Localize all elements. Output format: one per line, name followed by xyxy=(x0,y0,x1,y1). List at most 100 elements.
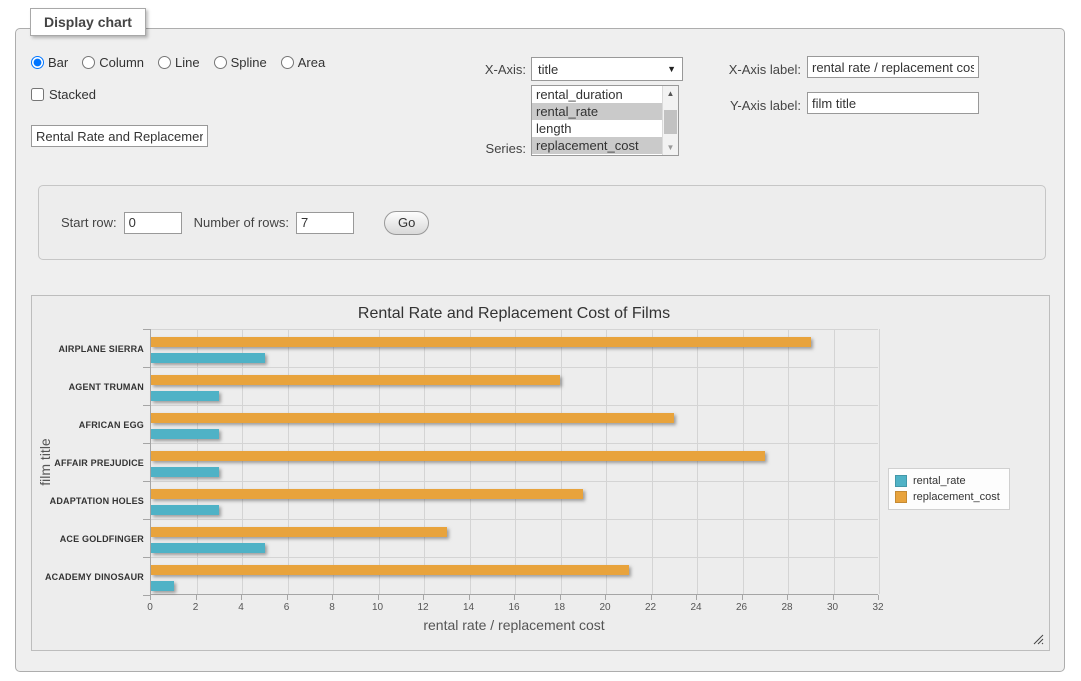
replacement_cost-bar xyxy=(151,337,811,347)
x-axis-tick-label: 32 xyxy=(863,602,893,613)
chart-container: Rental Rate and Replacement Cost of Film… xyxy=(31,295,1050,651)
x-axis-tick xyxy=(787,595,788,600)
chart-type-option-spline: Spline xyxy=(214,55,267,70)
x-axis-tick-label: 16 xyxy=(499,602,529,613)
legend-swatch-icon xyxy=(895,475,907,487)
gridline-horizontal xyxy=(151,405,878,406)
start-row-input[interactable] xyxy=(124,212,182,234)
chart-type-option-column: Column xyxy=(82,55,144,70)
y-axis-label-input[interactable] xyxy=(807,92,979,114)
chart-type-radio-line[interactable] xyxy=(158,56,171,69)
x-axis-tick-label: 8 xyxy=(317,602,347,613)
legend-item-replacement_cost[interactable]: replacement_cost xyxy=(895,489,1000,505)
category-label: AGENT TRUMAN xyxy=(32,381,144,393)
x-axis-select[interactable]: title ▼ xyxy=(531,57,683,81)
x-axis-tick xyxy=(560,595,561,600)
series-select-label: Series: xyxy=(431,141,526,156)
series-option-length[interactable]: length xyxy=(532,120,662,137)
scroll-down-icon[interactable]: ▼ xyxy=(663,140,678,155)
chart-title-input[interactable] xyxy=(31,125,208,147)
num-rows-input[interactable] xyxy=(296,212,354,234)
display-chart-panel: Display chart BarColumnLineSplineArea St… xyxy=(15,28,1065,672)
gridline-horizontal xyxy=(151,519,878,520)
gridline-horizontal xyxy=(151,557,878,558)
gridline-vertical xyxy=(561,329,562,594)
rows-panel: Start row: Number of rows: Go xyxy=(38,185,1046,260)
series-option-replacement_cost[interactable]: replacement_cost xyxy=(532,137,662,154)
chart-type-option-line: Line xyxy=(158,55,200,70)
chart-plot-area xyxy=(150,329,878,595)
x-axis-tick-label: 18 xyxy=(545,602,575,613)
rental_rate-bar xyxy=(151,581,174,591)
y-axis-tick xyxy=(143,329,150,330)
go-button[interactable]: Go xyxy=(384,211,429,235)
replacement_cost-bar xyxy=(151,527,447,537)
gridline-vertical xyxy=(515,329,516,594)
y-axis-tick xyxy=(143,481,150,482)
replacement_cost-bar xyxy=(151,375,560,385)
gridline-vertical xyxy=(788,329,789,594)
series-listbox-scrollbar[interactable]: ▲ ▼ xyxy=(662,86,678,155)
scroll-up-icon[interactable]: ▲ xyxy=(663,86,678,101)
x-axis-tick xyxy=(423,595,424,600)
y-axis-tick xyxy=(143,405,150,406)
series-listbox[interactable]: rental_durationrental_ratelengthreplacem… xyxy=(531,85,679,156)
x-axis-tick xyxy=(696,595,697,600)
legend-item-label: replacement_cost xyxy=(913,491,1000,503)
x-axis-title: rental rate / replacement cost xyxy=(150,617,878,633)
x-axis-tick-label: 12 xyxy=(408,602,438,613)
gridline-vertical xyxy=(879,329,880,594)
x-axis-tick-label: 10 xyxy=(363,602,393,613)
y-axis-tick xyxy=(143,443,150,444)
x-axis-tick-label: 0 xyxy=(135,602,165,613)
gridline-vertical xyxy=(652,329,653,594)
series-option-rental_duration[interactable]: rental_duration xyxy=(532,86,662,103)
chart-type-radio-column[interactable] xyxy=(82,56,95,69)
chart-type-radio-bar[interactable] xyxy=(31,56,44,69)
stacked-checkbox[interactable] xyxy=(31,88,44,101)
start-row-label: Start row: xyxy=(61,215,117,230)
chart-type-radio-spline[interactable] xyxy=(214,56,227,69)
panel-title: Display chart xyxy=(30,8,146,36)
x-axis-tick-label: 28 xyxy=(772,602,802,613)
category-label: ACE GOLDFINGER xyxy=(32,533,144,545)
gridline-horizontal xyxy=(151,443,878,444)
gridline-vertical xyxy=(242,329,243,594)
chart-type-option-area: Area xyxy=(281,55,325,70)
x-axis-tick xyxy=(287,595,288,600)
gridline-vertical xyxy=(606,329,607,594)
gridline-vertical xyxy=(697,329,698,594)
gridline-horizontal xyxy=(151,367,878,368)
scrollbar-thumb[interactable] xyxy=(664,110,677,134)
replacement_cost-bar xyxy=(151,489,583,499)
stacked-label: Stacked xyxy=(49,87,96,102)
replacement_cost-bar xyxy=(151,413,674,423)
y-axis-tick xyxy=(143,595,150,596)
x-axis-tick-label: 26 xyxy=(727,602,757,613)
legend-item-rental_rate[interactable]: rental_rate xyxy=(895,473,1000,489)
chart-legend: rental_rate replacement_cost xyxy=(888,468,1010,510)
gridline-vertical xyxy=(743,329,744,594)
x-axis-tick-label: 6 xyxy=(272,602,302,613)
x-axis-tick xyxy=(605,595,606,600)
chart-type-radio-area[interactable] xyxy=(281,56,294,69)
x-axis-tick-label: 4 xyxy=(226,602,256,613)
x-axis-tick xyxy=(878,595,879,600)
gridline-vertical xyxy=(288,329,289,594)
resize-grip-icon[interactable] xyxy=(1033,634,1044,645)
y-axis-tick xyxy=(143,519,150,520)
chart-type-option-label: Bar xyxy=(48,55,68,70)
num-rows-label: Number of rows: xyxy=(194,215,289,230)
x-axis-tick xyxy=(196,595,197,600)
x-axis-label-input[interactable] xyxy=(807,56,979,78)
category-label: AFRICAN EGG xyxy=(32,419,144,431)
gridline-vertical xyxy=(379,329,380,594)
chevron-down-icon: ▼ xyxy=(667,64,676,74)
x-axis-tick-label: 2 xyxy=(181,602,211,613)
chart-type-option-label: Column xyxy=(99,55,144,70)
series-option-rental_rate[interactable]: rental_rate xyxy=(532,103,662,120)
gridline-vertical xyxy=(197,329,198,594)
category-label: ACADEMY DINOSAUR xyxy=(32,571,144,583)
chart-type-option-label: Area xyxy=(298,55,325,70)
chart-type-radio-group: Bar Column Line Spline Area xyxy=(31,55,325,70)
